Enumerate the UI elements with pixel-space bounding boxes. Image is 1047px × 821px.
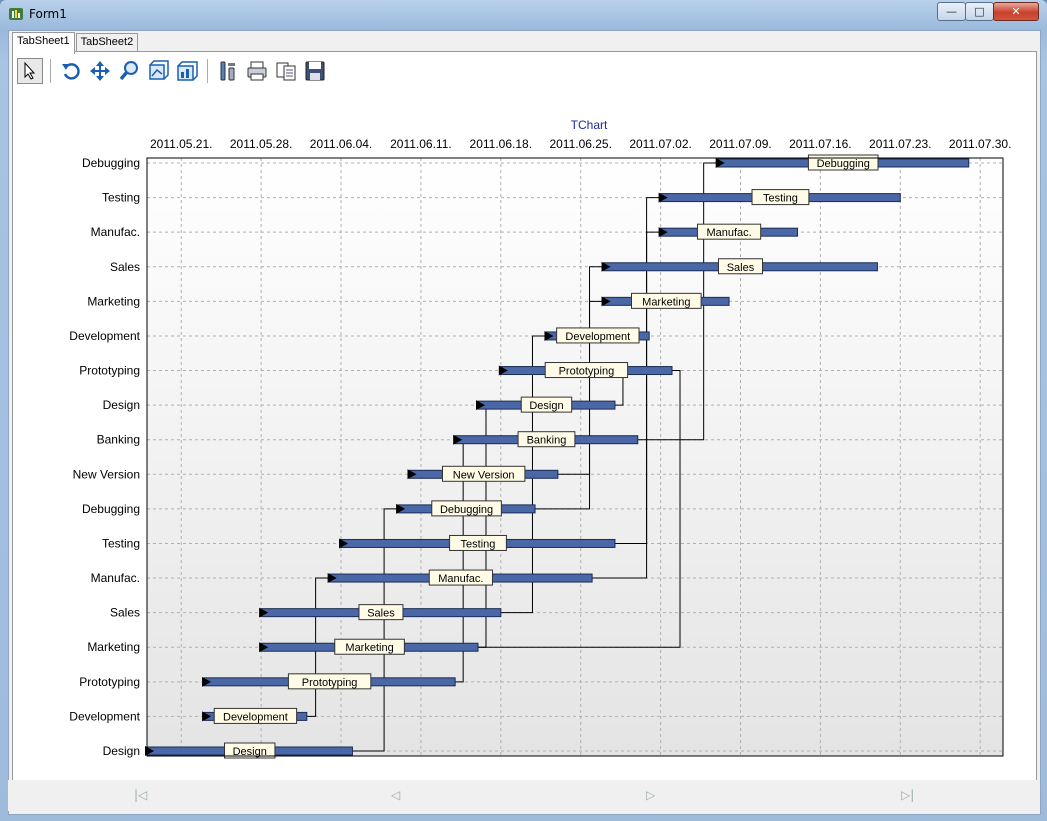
save-button[interactable]	[302, 58, 328, 84]
maximize-button[interactable]: □	[965, 2, 994, 21]
next-page-icon[interactable]: ▷	[646, 788, 655, 802]
y-tick-label: New Version	[73, 467, 140, 481]
move-icon	[90, 61, 110, 81]
x-tick-label: 2011.07.02.	[629, 137, 692, 151]
select-button[interactable]	[17, 58, 43, 84]
x-tick-label: 2011.07.16.	[789, 137, 852, 151]
edit-chart-button[interactable]	[215, 58, 241, 84]
y-tick-label: Prototyping	[79, 675, 140, 689]
rotate-icon	[62, 63, 80, 80]
x-tick-label: 2011.07.23.	[869, 137, 932, 151]
x-tick-label: 2011.06.25.	[549, 137, 612, 151]
tab-tabsheet2[interactable]: TabSheet2	[75, 33, 139, 53]
gantt-chart[interactable]: TChart 2011.05.21. 2011.05.28. 2011.06.04. 2…	[13, 96, 1034, 804]
toolbar-separator	[50, 59, 54, 83]
y-tick-label: Marketing	[87, 640, 140, 654]
prev-page-icon[interactable]: ◁	[391, 788, 400, 802]
y-tick-label: Development	[69, 329, 140, 343]
plot-background	[147, 158, 1003, 756]
3d-view-icon	[177, 61, 198, 81]
navigation-bar: |◁ ◁ ▷ ▷|	[8, 780, 1039, 811]
toolbar-separator	[207, 59, 211, 83]
x-tick-label: 2011.06.18.	[470, 137, 533, 151]
maximize-icon: □	[974, 5, 985, 18]
bar-label: Debugging	[440, 504, 493, 516]
y-tick-label: Debugging	[82, 156, 140, 170]
bar-label: Development	[565, 331, 630, 343]
app-icon	[9, 8, 23, 20]
zoom-button[interactable]	[116, 58, 142, 84]
y-tick-label: Manufac.	[91, 571, 140, 585]
x-tick-label: 2011.06.11.	[390, 137, 452, 151]
y-tick-label: Testing	[102, 191, 140, 205]
bar-label: New Version	[453, 469, 515, 481]
x-tick-label: 2011.07.30.	[949, 137, 1012, 151]
bar-label: Debugging	[817, 158, 870, 170]
tab-bar: TabSheet1 TabSheet2	[12, 32, 139, 54]
chart-area[interactable]: TChart 2011.05.21. 2011.05.28. 2011.06.04. 2…	[13, 96, 1034, 804]
y-tick-label: Sales	[110, 260, 140, 274]
x-tick-label: 2011.05.21.	[150, 137, 213, 151]
close-button[interactable]: ✕	[993, 2, 1039, 21]
move-button[interactable]	[87, 58, 113, 84]
bar-label: Manufac.	[438, 573, 483, 585]
window-title: Form1	[29, 7, 67, 21]
bar-label: Prototyping	[559, 366, 615, 378]
bar-label: Marketing	[642, 296, 690, 308]
y-tick-label: Marketing	[87, 294, 140, 308]
y-tick-label: Manufac.	[91, 225, 140, 239]
chart-title: TChart	[571, 118, 608, 132]
y-tick-label: Design	[103, 398, 140, 412]
x-tick-label: 2011.05.28.	[230, 137, 293, 151]
title-bar[interactable]: Form1 — □ ✕	[0, 0, 1047, 30]
bar-label: Marketing	[345, 642, 393, 654]
bar-label: Banking	[527, 435, 567, 447]
zoom-icon	[119, 61, 138, 81]
y-tick-label: Testing	[102, 536, 140, 550]
bar-label: Manufac.	[706, 227, 751, 239]
copy-icon	[276, 62, 296, 81]
y-tick-label: Development	[69, 709, 140, 723]
minimize-button[interactable]: —	[937, 2, 966, 21]
last-page-icon[interactable]: ▷|	[901, 788, 914, 802]
client-area: TabSheet1 TabSheet2 TChart 2011.05.21. 2…	[8, 30, 1041, 815]
tabsheet-panel: TChart 2011.05.21. 2011.05.28. 2011.06.04. 2…	[12, 51, 1037, 810]
bar-label: Testing	[461, 538, 496, 550]
print-button[interactable]	[244, 58, 270, 84]
edit-chart-icon	[220, 61, 235, 81]
save-icon	[305, 61, 325, 81]
first-page-icon[interactable]: |◁	[134, 788, 147, 802]
bar-label: Prototyping	[302, 677, 358, 689]
close-icon: ✕	[1011, 5, 1021, 18]
x-tick-label: 2011.07.09.	[709, 137, 772, 151]
bar-label: Sales	[727, 262, 755, 274]
chart-toolbar	[17, 57, 331, 85]
select-tool-icon	[24, 61, 36, 80]
y-tick-label: Design	[103, 744, 140, 758]
y-tick-label: Prototyping	[79, 364, 140, 378]
tab-tabsheet1[interactable]: TabSheet1	[12, 32, 75, 54]
bar-label: Sales	[367, 608, 395, 620]
x-tick-label: 2011.06.04.	[310, 137, 373, 151]
bar-label: Development	[223, 711, 288, 723]
y-tick-label: Debugging	[82, 502, 140, 516]
bar-label: Testing	[763, 193, 798, 205]
3d-view-button[interactable]	[174, 58, 200, 84]
bar-label: Design	[529, 400, 563, 412]
copy-button[interactable]	[273, 58, 299, 84]
print-icon	[247, 61, 267, 81]
minimize-icon: —	[946, 5, 957, 18]
app-window: Form1 — □ ✕ TabSheet1 TabSheet2 TChart 2…	[0, 0, 1047, 821]
y-tick-label: Sales	[110, 606, 140, 620]
y-tick-label: Banking	[97, 433, 140, 447]
depth-button[interactable]	[145, 58, 171, 84]
depth-icon	[149, 60, 169, 80]
rotate-button[interactable]	[58, 58, 84, 84]
